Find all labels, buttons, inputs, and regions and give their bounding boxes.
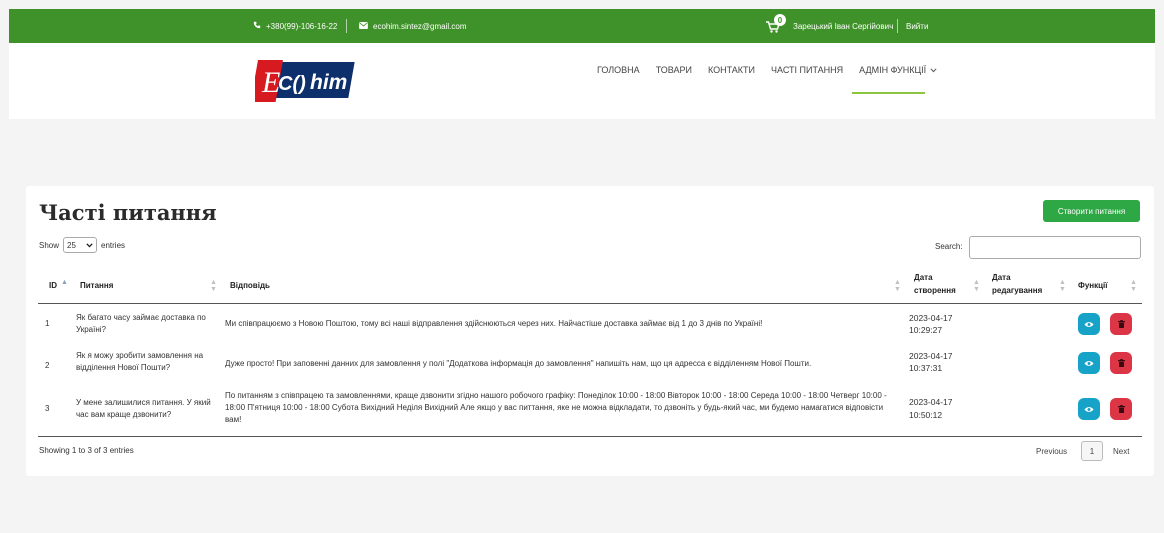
- row-created-date: 2023-04-17: [909, 351, 953, 361]
- row-id: 1: [45, 319, 50, 328]
- entries-label: entries: [101, 240, 126, 250]
- row-created-date: 2023-04-17: [909, 313, 953, 323]
- page-length-control: Show 25 entries: [39, 237, 125, 253]
- search-label: Search:: [935, 242, 963, 251]
- page-1-button[interactable]: 1: [1081, 441, 1103, 461]
- sort-icon: ▲: [1059, 279, 1066, 286]
- row-question: Як багато часу займає доставка по Україн…: [76, 313, 206, 334]
- sort-icon: ▼: [894, 286, 901, 293]
- row-created-time: 10:29:27: [909, 325, 943, 335]
- sort-icon: ▲: [210, 279, 217, 286]
- nav-admin-label: АДМІН ФУНКЦІЇ: [859, 65, 927, 75]
- nav-faq[interactable]: ЧАСТІ ПИТАННЯ: [771, 65, 843, 75]
- divider: [346, 19, 347, 33]
- top-bar: +380(99)-106-16-22 ecohim.sintez@gmail.c…: [9, 9, 1155, 43]
- row-question: У мене залишилися питання. У який час ва…: [76, 398, 211, 419]
- active-nav-indicator: [852, 92, 925, 94]
- view-button[interactable]: [1078, 313, 1100, 335]
- row-id: 2: [45, 361, 50, 370]
- delete-button[interactable]: [1110, 352, 1132, 374]
- row-id: 3: [45, 404, 50, 413]
- logo-letters-co: C(): [278, 73, 306, 95]
- column-header-edited-line2[interactable]: редагування: [992, 285, 1042, 297]
- ecohim-logo[interactable]: E C() him: [255, 60, 359, 102]
- table-info: Showing 1 to 3 of 3 entries: [39, 446, 134, 455]
- nav-admin-functions[interactable]: АДМІН ФУНКЦІЇ: [859, 65, 937, 75]
- table-header-divider: [38, 303, 1142, 304]
- site-header: E C() him ГОЛОВНА ТОВАРИ КОНТАКТИ ЧАСТІ …: [9, 43, 1155, 119]
- cart-count-badge: 0: [774, 14, 786, 26]
- envelope-icon: [359, 21, 368, 31]
- previous-page-button[interactable]: Previous: [1036, 441, 1067, 461]
- sort-asc-icon: ▲: [61, 279, 68, 286]
- eye-icon: [1084, 400, 1094, 418]
- column-header-id[interactable]: ID: [49, 280, 57, 292]
- user-name-link[interactable]: Зарецький Іван Сергійович: [793, 9, 893, 43]
- phone-icon: [253, 21, 261, 31]
- create-question-button[interactable]: Створити питання: [1043, 200, 1140, 222]
- eye-icon: [1084, 354, 1094, 372]
- row-created-date: 2023-04-17: [909, 397, 953, 407]
- main-nav: ГОЛОВНА ТОВАРИ КОНТАКТИ ЧАСТІ ПИТАННЯ АД…: [597, 58, 937, 82]
- search-input[interactable]: [969, 236, 1141, 259]
- entries-select[interactable]: 25: [63, 237, 98, 253]
- row-answer: Ми співпрацюємо з Новою Поштою, тому всі…: [225, 319, 763, 328]
- phone-contact[interactable]: +380(99)-106-16-22: [253, 9, 337, 43]
- column-header-created-line1[interactable]: Дата: [914, 272, 933, 284]
- page-title: Часті питання: [39, 200, 217, 225]
- entries-select-value: 25: [67, 240, 76, 250]
- column-header-question[interactable]: Питання: [80, 280, 113, 292]
- email-address: ecohim.sintez@gmail.com: [373, 21, 467, 31]
- sort-icon: ▼: [210, 286, 217, 293]
- chevron-down-icon: [86, 241, 93, 250]
- column-header-created-line2[interactable]: створення: [914, 285, 956, 297]
- sort-icon: ▲: [1130, 279, 1137, 286]
- sort-icon: ▼: [1130, 286, 1137, 293]
- logout-link[interactable]: Вийти: [906, 9, 928, 43]
- divider: [897, 19, 898, 33]
- column-header-edited-line1[interactable]: Дата: [992, 272, 1011, 284]
- eye-icon: [1084, 315, 1094, 333]
- row-created-time: 10:37:31: [909, 363, 943, 373]
- trash-icon: [1117, 354, 1125, 372]
- nav-products[interactable]: ТОВАРИ: [656, 65, 692, 75]
- nav-home[interactable]: ГОЛОВНА: [597, 65, 640, 75]
- delete-button[interactable]: [1110, 313, 1132, 335]
- row-question: Як я можу зробити замовлення на відділен…: [76, 351, 204, 372]
- column-header-actions[interactable]: Функції: [1078, 280, 1108, 292]
- sort-icon: ▼: [973, 286, 980, 293]
- next-page-button[interactable]: Next: [1113, 441, 1129, 461]
- sort-icon: ▲: [894, 279, 901, 286]
- column-header-answer[interactable]: Відповідь: [230, 280, 270, 292]
- view-button[interactable]: [1078, 398, 1100, 420]
- show-label: Show: [39, 240, 60, 250]
- table-footer-divider: [38, 436, 1142, 437]
- view-button[interactable]: [1078, 352, 1100, 374]
- nav-contacts[interactable]: КОНТАКТИ: [708, 65, 755, 75]
- row-answer: По питанням з співпрацею та замовленнями…: [225, 391, 887, 424]
- trash-icon: [1117, 400, 1125, 418]
- email-contact[interactable]: ecohim.sintez@gmail.com: [359, 9, 466, 43]
- row-created-time: 10:50:12: [909, 410, 943, 420]
- cart-button[interactable]: 0: [766, 9, 788, 43]
- row-answer: Дуже просто! При заповенні данних для за…: [225, 359, 812, 368]
- logo-letters-him: him: [310, 71, 347, 94]
- user-name: Зарецький Іван Сергійович: [793, 21, 894, 31]
- trash-icon: [1117, 315, 1125, 333]
- phone-number: +380(99)-106-16-22: [266, 21, 338, 31]
- sort-icon: ▼: [1059, 286, 1066, 293]
- chevron-down-icon: [930, 65, 937, 75]
- sort-icon: ▲: [973, 279, 980, 286]
- logout-label: Вийти: [906, 21, 929, 31]
- delete-button[interactable]: [1110, 398, 1132, 420]
